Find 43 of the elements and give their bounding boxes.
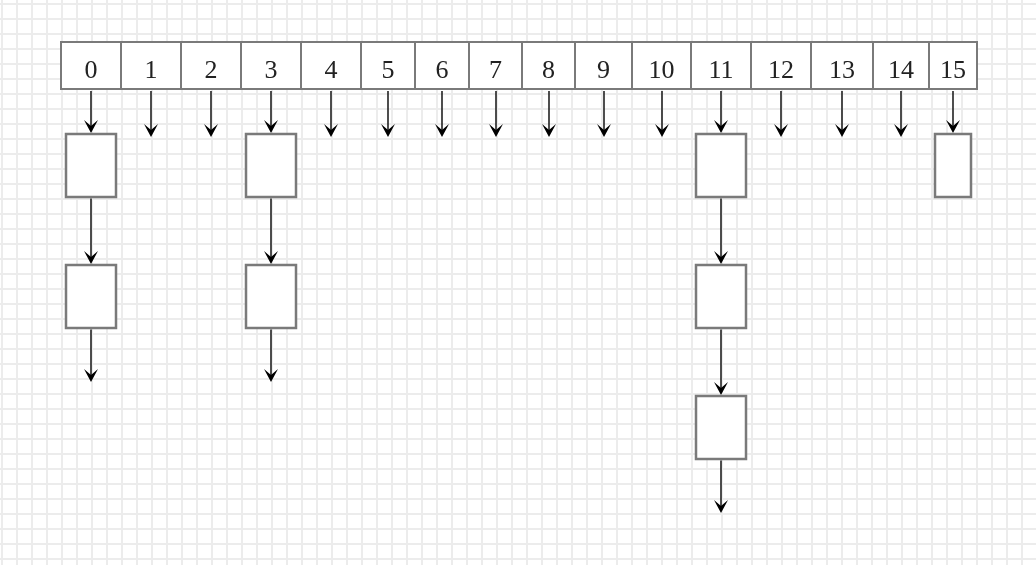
list-node — [244, 132, 298, 199]
list-node — [244, 263, 298, 330]
pointer-arrow — [84, 197, 98, 264]
pointer-arrow — [894, 90, 908, 137]
pointer-arrow — [714, 328, 728, 395]
bucket-cell: 8 — [523, 43, 576, 88]
list-node — [64, 132, 118, 199]
bucket-cell: 11 — [692, 43, 752, 88]
pointer-arrow — [655, 90, 669, 137]
bucket-cell: 0 — [62, 43, 122, 88]
bucket-cell: 14 — [874, 43, 930, 88]
pointer-arrow — [264, 197, 278, 264]
bucket-cell: 1 — [122, 43, 182, 88]
bucket-cell: 5 — [362, 43, 416, 88]
pointer-arrow — [489, 90, 503, 137]
pointer-arrow — [264, 90, 278, 133]
bucket-cell: 6 — [416, 43, 470, 88]
pointer-arrow — [381, 90, 395, 137]
list-node — [694, 263, 748, 330]
bucket-cell: 4 — [302, 43, 362, 88]
bucket-cell: 9 — [576, 43, 633, 88]
pointer-arrow — [435, 90, 449, 137]
pointer-arrow — [597, 90, 611, 137]
bucket-cell: 12 — [752, 43, 812, 88]
pointer-arrow — [714, 197, 728, 264]
bucket-cell-text: 15 — [939, 54, 967, 86]
pointer-arrow — [835, 90, 849, 137]
bucket-cell: 10 — [633, 43, 692, 88]
pointer-arrow — [84, 90, 98, 133]
bucket-cell: 7 — [470, 43, 523, 88]
pointer-arrow — [946, 90, 960, 133]
pointer-arrow — [144, 90, 158, 137]
pointer-arrow — [324, 90, 338, 137]
list-node — [694, 132, 748, 199]
bucket-cell: 2 — [182, 43, 242, 88]
bucket-cell: 13 — [812, 43, 874, 88]
list-node — [694, 394, 748, 461]
list-node — [64, 263, 118, 330]
pointer-arrow — [714, 90, 728, 133]
pointer-arrow — [774, 90, 788, 137]
pointer-arrow — [204, 90, 218, 137]
bucket-cell: 3 — [242, 43, 302, 88]
pointer-arrow — [542, 90, 556, 137]
